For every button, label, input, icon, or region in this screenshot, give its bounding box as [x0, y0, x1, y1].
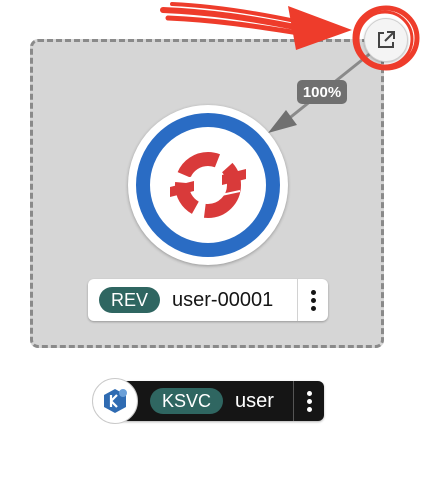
revision-node[interactable]: [128, 105, 288, 265]
traffic-percent-badge[interactable]: 100%: [297, 80, 347, 104]
openshift-logo-icon: [170, 152, 246, 218]
revision-kebab-button[interactable]: [297, 279, 328, 321]
rev-badge: REV: [99, 287, 161, 313]
kebab-dot: [310, 305, 316, 311]
revision-label[interactable]: REV user-00001: [88, 279, 328, 321]
knative-icon: [92, 378, 138, 424]
service-kebab-button[interactable]: [293, 381, 324, 421]
service-label-group[interactable]: KSVC user: [92, 378, 324, 424]
knative-logo-shape: [104, 389, 127, 413]
kebab-dot: [306, 398, 312, 404]
kebab-dot: [306, 406, 312, 412]
service-label[interactable]: KSVC user: [114, 381, 324, 421]
external-link-icon: [378, 31, 395, 48]
kebab-dot: [306, 390, 312, 396]
open-url-button[interactable]: [364, 18, 408, 62]
kebab-dot: [310, 297, 316, 303]
service-name: user: [235, 389, 274, 412]
revision-name: user-00001: [172, 288, 274, 311]
kebab-dot: [310, 289, 316, 295]
ksvc-badge: KSVC: [150, 388, 224, 414]
